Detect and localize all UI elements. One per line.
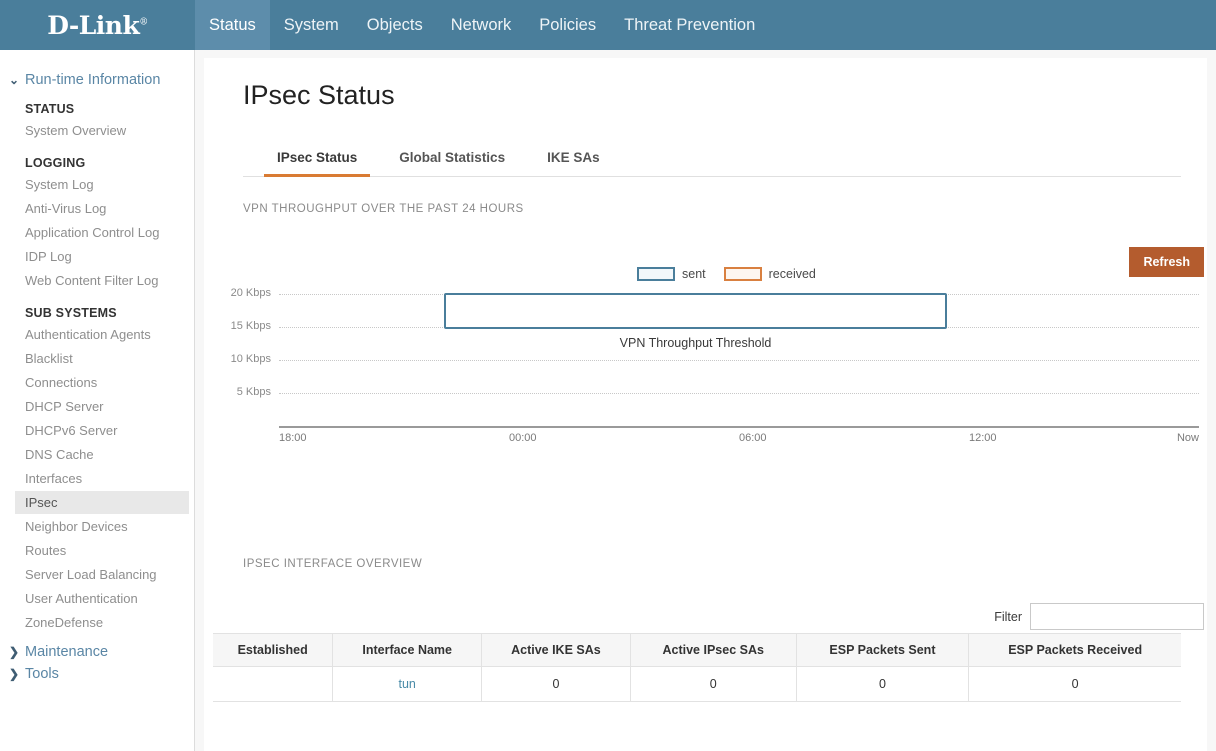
chart-x-tick-label: 06:00 [739, 432, 767, 444]
legend-swatch-received [724, 267, 762, 281]
chart-y-tick-label: 5 Kbps [237, 386, 271, 398]
sidebar-section-tools[interactable]: ❯Tools [0, 666, 194, 682]
chart-gridline: 10 Kbps [279, 360, 1199, 361]
sidebar-collapsed-sections: ❯Maintenance❯Tools [0, 644, 194, 682]
table-column-header: Established [213, 634, 333, 667]
top-nav-item-status[interactable]: Status [195, 0, 270, 50]
top-nav-item-network[interactable]: Network [437, 0, 526, 50]
sidebar-section-maintenance[interactable]: ❯Maintenance [0, 644, 194, 660]
sidebar-section-label: Run-time Information [25, 72, 160, 88]
sidebar-item-interfaces[interactable]: Interfaces [15, 467, 189, 490]
chart-x-tick-label: Now [1177, 432, 1199, 444]
table-column-header: Active IKE SAs [482, 634, 631, 667]
chart-x-axis: 18:00 00:00 06:00 12:00 Now [279, 432, 1199, 452]
table-cell-active-ipsec-sas: 0 [630, 667, 796, 702]
sidebar-item-blacklist[interactable]: Blacklist [15, 347, 189, 370]
top-nav-item-threat-prevention[interactable]: Threat Prevention [610, 0, 769, 50]
table-column-header: Active IPsec SAs [630, 634, 796, 667]
brand-logo[interactable]: D-Link® [0, 0, 195, 50]
table-header: EstablishedInterface NameActive IKE SAsA… [213, 634, 1181, 667]
table-column-header: Interface Name [333, 634, 482, 667]
sidebar-item-dhcp-server[interactable]: DHCP Server [15, 395, 189, 418]
table-column-header: ESP Packets Received [969, 634, 1181, 667]
filter-row: Filter [994, 603, 1204, 630]
sidebar-section-label: Tools [25, 666, 59, 682]
legend-label-received: received [769, 267, 816, 281]
tab-global-statistics[interactable]: Global Statistics [386, 150, 518, 177]
chart-y-tick-label: 15 Kbps [231, 320, 271, 332]
tab-bar: IPsec Status Global Statistics IKE SAs [243, 149, 1181, 177]
chart-gridline: 5 Kbps [279, 393, 1199, 394]
interface-name-link[interactable]: tun [333, 667, 482, 702]
sidebar-item-user-authentication[interactable]: User Authentication [15, 587, 189, 610]
sidebar-item-connections[interactable]: Connections [15, 371, 189, 394]
chart-baseline-axis [279, 426, 1199, 428]
chart-y-tick-label: 20 Kbps [231, 287, 271, 299]
sidebar-groups: STATUS System Overview LOGGING System LogAn… [0, 102, 194, 634]
sidebar-group-title-sub-systems: SUB SYSTEMS [0, 306, 194, 320]
sidebar-item-authentication-agents[interactable]: Authentication Agents [15, 323, 189, 346]
sidebar-item-server-load-balancing[interactable]: Server Load Balancing [15, 563, 189, 586]
sidebar-item-ipsec[interactable]: IPsec [15, 491, 189, 514]
ipsec-interface-table: EstablishedInterface NameActive IKE SAsA… [213, 633, 1181, 702]
sidebar-item-dns-cache[interactable]: DNS Cache [15, 443, 189, 466]
table-column-header: ESP Packets Sent [796, 634, 969, 667]
table-cell-established [213, 667, 333, 702]
chart-x-tick-label: 00:00 [509, 432, 537, 444]
chevron-right-icon: ❯ [9, 645, 22, 659]
table-cell-active-ike-sas: 0 [482, 667, 631, 702]
sidebar-item-web-content-filter-log[interactable]: Web Content Filter Log [15, 269, 189, 292]
main-panel: IPsec Status IPsec Status Global Statisti… [204, 58, 1207, 751]
filter-input[interactable] [1030, 603, 1204, 630]
chart-legend: sent received [637, 267, 834, 281]
table-header-row: EstablishedInterface NameActive IKE SAsA… [213, 634, 1181, 667]
sidebar-item-anti-virus-log[interactable]: Anti-Virus Log [15, 197, 189, 220]
page-title: IPsec Status [243, 80, 1181, 111]
vpn-throughput-threshold-label: VPN Throughput Threshold [444, 336, 947, 350]
sidebar-item-zonedefense[interactable]: ZoneDefense [15, 611, 189, 634]
sidebar-item-system-log[interactable]: System Log [15, 173, 189, 196]
sidebar-item-idp-log[interactable]: IDP Log [15, 245, 189, 268]
vpn-throughput-threshold-input[interactable] [444, 293, 947, 329]
sidebar-group-title-logging: LOGGING [0, 156, 194, 170]
legend-swatch-sent [637, 267, 675, 281]
top-nav-item-system[interactable]: System [270, 0, 353, 50]
chart-section-label: VPN THROUGHPUT OVER THE PAST 24 HOURS [243, 203, 1181, 215]
table-cell-esp-packets-received: 0 [969, 667, 1181, 702]
chevron-right-icon: ❯ [9, 667, 22, 681]
sidebar-section-run-time-information[interactable]: ⌄ Run-time Information [0, 72, 194, 88]
top-nav-item-policies[interactable]: Policies [525, 0, 610, 50]
sidebar: ⌄ Run-time Information STATUS System Over… [0, 50, 195, 751]
vpn-throughput-threshold-group: VPN Throughput Threshold [444, 293, 947, 350]
sidebar-group-title-status: STATUS [0, 102, 194, 116]
top-navigation-bar: D-Link® StatusSystemObjectsNetworkPolici… [0, 0, 1216, 50]
sidebar-item-dhcpv6-server[interactable]: DHCPv6 Server [15, 419, 189, 442]
ipsec-interface-overview-label: IPSEC INTERFACE OVERVIEW [243, 558, 422, 570]
sidebar-section-label: Maintenance [25, 644, 108, 660]
table-cell-esp-packets-sent: 0 [796, 667, 969, 702]
top-nav-items: StatusSystemObjectsNetworkPoliciesThreat… [195, 0, 769, 50]
sidebar-item-neighbor-devices[interactable]: Neighbor Devices [15, 515, 189, 538]
tab-ipsec-status[interactable]: IPsec Status [264, 150, 370, 177]
chart-x-tick-label: 18:00 [279, 432, 307, 444]
filter-label: Filter [994, 610, 1022, 624]
table-body: tun0000 [213, 667, 1181, 702]
chart-x-tick-label: 12:00 [969, 432, 997, 444]
sidebar-item-system-overview[interactable]: System Overview [15, 119, 189, 142]
legend-label-sent: sent [682, 267, 706, 281]
chevron-down-icon: ⌄ [9, 73, 22, 87]
chart-y-tick-label: 10 Kbps [231, 353, 271, 365]
table-row: tun0000 [213, 667, 1181, 702]
brand-logo-text: D-Link® [47, 11, 148, 40]
sidebar-item-routes[interactable]: Routes [15, 539, 189, 562]
content-area: IPsec Status IPsec Status Global Statisti… [195, 50, 1216, 751]
top-nav-item-objects[interactable]: Objects [353, 0, 437, 50]
sidebar-item-application-control-log[interactable]: Application Control Log [15, 221, 189, 244]
tab-ike-sas[interactable]: IKE SAs [534, 150, 613, 177]
